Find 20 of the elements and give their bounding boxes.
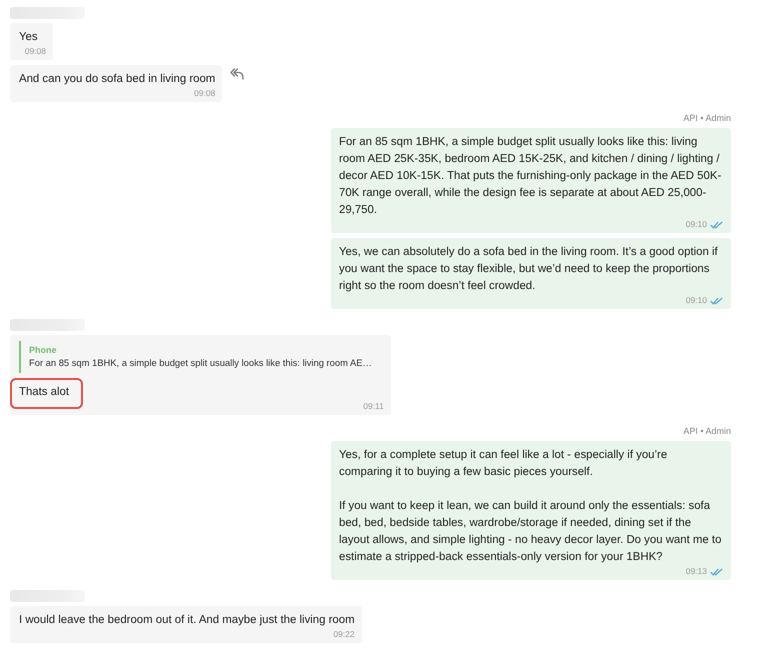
message-time: 09:13 <box>686 566 707 577</box>
message-time: 09:08 <box>24 46 46 57</box>
message-time: 09:10 <box>686 219 707 230</box>
message-time: 09:11 <box>363 401 384 412</box>
quote-text: For an 85 sqm 1BHK, a simple budget split usually looks like this: living room AE… <box>29 356 372 370</box>
message-text: For an 85 sqm 1BHK, a simple budget split usually looks like this: living room AED 25K-35K, bedroom AED 15K-25K, and kitchen / dining / lighting / decor AED 10K-15K. That puts the furnishing-only package in the AED 50K-70K range overall, while the design fee is separate at about AED 25,000-29,750. <box>339 135 722 218</box>
sender-label: API • Admin <box>683 112 731 124</box>
sender-label: API • Admin <box>683 425 731 437</box>
message-time: 09:10 <box>686 295 707 306</box>
message-time: 09:08 <box>194 88 216 99</box>
message-text: And can you do sofa bed in living room <box>19 72 216 87</box>
message-text: Yes, for a complete setup it can feel like a lot - especially if you’re comparing it to buying a few basic pieces yourself. If you want to keep it lean, we can build it around only the essentials: sofa bed, bed, bedside tables, wardrobe/storage if needed, dining set if the layout allows, and simple lighting - no heavy decor layer. Do you want me to estimate a stripped-back essentials-only version for your 1BHK? <box>339 448 722 565</box>
message-text: Thats alot <box>19 386 70 398</box>
quoted-message[interactable]: Phone For an 85 sqm 1BHK, a simple budget split usually looks like this: living room AE… <box>19 341 384 373</box>
message-text: Yes, we can absolutely do a sofa bed in the living room. It’s a good option if you want the space to stay flexible, but we’d need to keep the proportions right so the room doesn’t feel crowded. <box>339 245 719 294</box>
message-text: Yes <box>19 30 39 45</box>
message-time: 09:22 <box>333 629 355 640</box>
message-text: I would leave the bedroom out of it. And maybe just the living room <box>19 613 355 628</box>
quote-author: Phone <box>29 344 58 356</box>
reply-arrow-icon[interactable] <box>230 68 244 80</box>
